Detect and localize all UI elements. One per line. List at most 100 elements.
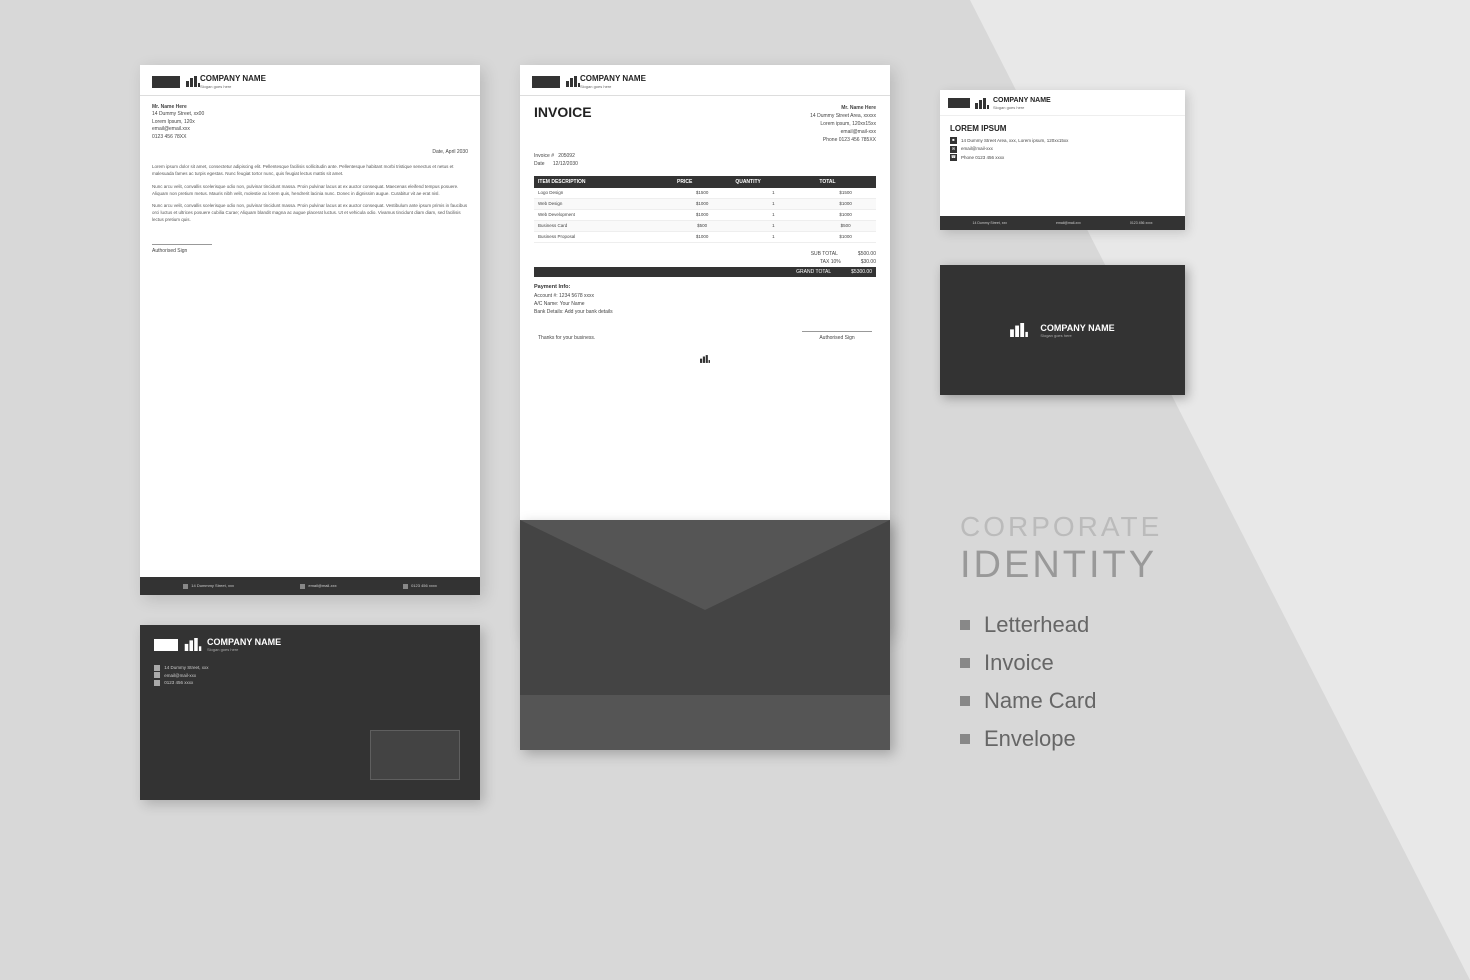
ci-item-label: Invoice (984, 650, 1054, 676)
nc-footer-address: 14 Dummy Street, xxx (973, 221, 1007, 225)
recipient-phone: Phone 0123 456 785XX (810, 136, 876, 144)
letterhead-document: COMPANY NAME Slogan goes here Mr. Name H… (140, 65, 480, 595)
ci-list-item: Letterhead (960, 612, 1162, 638)
subtotal-row: SUB TOTAL $500.00 (534, 251, 876, 257)
nc-footer-phone: 0123 456 xxxx (1130, 221, 1153, 225)
ci-list-item: Name Card (960, 688, 1162, 714)
letterhead-footer: 14 Dummmy Street, xxx email@mail-xxx 012… (140, 577, 480, 595)
nc-footer-email: email@mail-xxx (1056, 221, 1081, 225)
authorised-sign: Authorised Sign (152, 244, 212, 254)
invoice-recipient: Mr. Name Here 14 Dummy Street Area, xxxx… (810, 104, 876, 144)
ci-item-label: Name Card (984, 688, 1096, 714)
grand-total-label: GRAND TOTAL (796, 269, 831, 275)
envelope-header: COMPANY NAME Slogan goes here (140, 625, 480, 660)
ci-item-label: Letterhead (984, 612, 1089, 638)
nc-person-name: LOREM IPSUM (950, 124, 1175, 133)
sender-phone: 0123 456 78XX (152, 134, 468, 142)
inv-number: 205092 (558, 153, 575, 159)
env-company-name: COMPANY NAME (207, 637, 281, 647)
grand-total-value: $5300.00 (851, 269, 872, 275)
recipient-addr1: 14 Dummy Street Area, xxxxx (810, 112, 876, 120)
nc-contact-details: ■ 14 Dummy Street Area, xxx, Lorem ipsum… (950, 137, 1175, 162)
ci-bullet (960, 658, 970, 668)
env-company-info: COMPANY NAME Slogan goes here (207, 637, 281, 652)
footer-phone: 0123 456 xxxx (403, 583, 437, 588)
body-para-1: Lorem ipsum dolor sit amet, consectetur … (152, 163, 468, 177)
env-address-2: email@mail-xxx (154, 672, 466, 680)
col-quantity: QUANTITY (731, 176, 815, 188)
footer-email: email@mail-xxx (300, 583, 336, 588)
company-slogan: Slogan goes here (200, 84, 266, 89)
nc-white-header: COMPANY NAME Slogan goes here (940, 90, 1185, 116)
tax-row: TAX 10% $30.00 (534, 259, 876, 265)
recipient-addr2: Lorem ipsum, 120xx15xx (810, 120, 876, 128)
nc-phone: Phone 0123 456 xxxx (961, 154, 1004, 162)
invoice-totals: SUB TOTAL $500.00 TAX 10% $30.00 GRAND T… (534, 251, 876, 277)
col-total: TOTAL (815, 176, 876, 188)
ci-bullet (960, 734, 970, 744)
nc-email: email@mail-xxx (961, 145, 993, 153)
nc-header-bar (948, 98, 970, 108)
tax-value: $30.00 (861, 259, 876, 265)
envelope-flap (520, 520, 890, 750)
nc-white-company-info: COMPANY NAME Slogan goes here (993, 97, 1051, 110)
invoice-sign-row: Thanks for your business. Authorised Sig… (534, 331, 876, 341)
company-name: COMPANY NAME (200, 75, 266, 84)
invoice-footer-logo (520, 349, 890, 373)
recipient-name: Mr. Name Here (841, 105, 876, 111)
nc-address-icon: ■ (950, 137, 957, 144)
invoice-table: ITEM DESCRIPTION PRICE QUANTITY TOTAL Lo… (534, 176, 876, 243)
logo-icon (186, 76, 200, 87)
sender-email: email@email.xxx (152, 126, 468, 134)
payment-account: Account #: 1234 5678 xxxx (534, 293, 594, 299)
subtotal-label: SUB TOTAL (811, 251, 838, 257)
nc-dark-company-info: COMPANY NAME Slogan goes here (1040, 323, 1114, 338)
nc-dark-company-name: COMPANY NAME (1040, 323, 1114, 333)
inv-date: 12/12/2030 (553, 161, 578, 167)
envelope-flap-bottom (520, 695, 890, 750)
header-bar (152, 76, 180, 88)
invoice-table-row: Web Design$10001$1000 (534, 198, 876, 209)
recipient-email: email@mail-xxx (810, 128, 876, 136)
nc-dark-logo-row: COMPANY NAME Slogan goes here (1010, 323, 1114, 338)
nc-dark-content: COMPANY NAME Slogan goes here (940, 265, 1185, 395)
ci-bullet (960, 620, 970, 630)
thanks-message: Thanks for your business. (538, 335, 595, 341)
nc-white-slogan: Slogan goes here (993, 105, 1051, 110)
ci-list-item: Invoice (960, 650, 1162, 676)
invoice-title: INVOICE (534, 104, 592, 144)
invoice-body: INVOICE Mr. Name Here 14 Dummy Street Ar… (520, 96, 890, 349)
col-price: PRICE (673, 176, 731, 188)
body-para-3: Nunc arcu velit, convallis scelerisque o… (152, 202, 468, 224)
payment-bank: Bank Details: Add your bank details (534, 309, 613, 315)
invoice-table-row: Logo Design$15001$1500 (534, 188, 876, 199)
nc-white-footer: 14 Dummy Street, xxx email@mail-xxx 0123… (940, 216, 1185, 230)
payment-info: Payment Info: Account #: 1234 5678 xxxx … (534, 283, 876, 316)
sender-address-1: 14 Dummy Street, xx00 (152, 111, 468, 119)
nc-white-body: LOREM IPSUM ■ 14 Dummy Street Area, xxx,… (940, 116, 1185, 171)
ci-bullet (960, 696, 970, 706)
invoice-table-row: Business Card$5001$500 (534, 220, 876, 231)
ci-item-label: Envelope (984, 726, 1076, 752)
envelope-window (370, 730, 460, 780)
nc-dark-slogan: Slogan goes here (1040, 333, 1114, 338)
nc-address: 14 Dummy Street Area, xxx, Lorem ipsum, … (961, 137, 1068, 145)
envelope-document: COMPANY NAME Slogan goes here 14 Dummy S… (140, 625, 480, 800)
env-slogan: Slogan goes here (207, 647, 281, 652)
payment-title: Payment Info: (534, 284, 570, 290)
invoice-sign: Authorised Sign (802, 331, 872, 341)
nc-email-row: ✉ email@mail-xxx (950, 145, 1175, 153)
name-card-dark: COMPANY NAME Slogan goes here (940, 265, 1185, 395)
invoice-slogan: Slogan goes here (580, 84, 646, 89)
env-address-1: 14 Dummy Street, xxx (154, 664, 466, 672)
envelope-body: 14 Dummy Street, xxx email@mail-xxx 0123… (140, 660, 480, 691)
body-para-2: Nunc arcu velit, convallis scelerisque o… (152, 183, 468, 197)
letterhead-header: COMPANY NAME Slogan goes here (140, 65, 480, 96)
inv-date-label: Date (534, 161, 545, 167)
env-header-bar (154, 639, 178, 651)
invoice-table-row: Business Proposal$10001$1000 (534, 231, 876, 242)
nc-phone-icon: ☎ (950, 154, 957, 161)
ci-items-list: Letterhead Invoice Name Card Envelope (960, 612, 1162, 752)
subtotal-value: $500.00 (858, 251, 876, 257)
letterhead-body: Mr. Name Here 14 Dummy Street, xx00 Lore… (140, 96, 480, 262)
